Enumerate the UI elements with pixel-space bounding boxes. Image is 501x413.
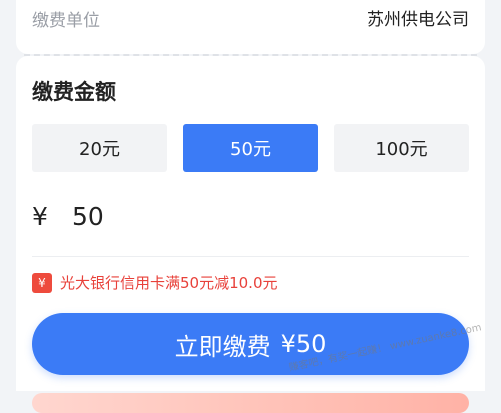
amount-option-50[interactable]: 50元: [183, 124, 318, 172]
promo-text: 光大银行信用卡满50元减10.0元: [60, 274, 278, 292]
promo-offer[interactable]: ¥ 光大银行信用卡满50元减10.0元: [32, 272, 278, 293]
yen-icon: ¥: [32, 272, 52, 293]
pay-button-label: 立即缴费: [174, 332, 271, 361]
amount-input[interactable]: ¥ 50: [32, 196, 452, 236]
pay-button-amount: ¥50: [280, 330, 327, 358]
amount-option-100[interactable]: 100元: [334, 124, 469, 172]
amount-options: 20元 50元 100元: [32, 124, 469, 172]
amount-section-title: 缴费金额: [32, 80, 116, 104]
amount-divider: [32, 256, 469, 257]
amount-option-20[interactable]: 20元: [32, 124, 167, 172]
currency-symbol: ¥: [32, 201, 48, 231]
pay-now-button[interactable]: 立即缴费 ¥50: [32, 313, 469, 375]
payment-unit-label: 缴费单位: [32, 11, 100, 31]
payment-unit-card: 缴费单位 苏州供电公司: [16, 0, 485, 54]
payment-amount-card: 缴费金额 20元 50元 100元 ¥ 50 ¥ 光大银行信用卡满50元减10.…: [16, 56, 485, 391]
amount-value: 50: [72, 201, 104, 231]
payment-unit-value: 苏州供电公司: [367, 10, 469, 30]
bottom-banner[interactable]: [32, 393, 469, 413]
